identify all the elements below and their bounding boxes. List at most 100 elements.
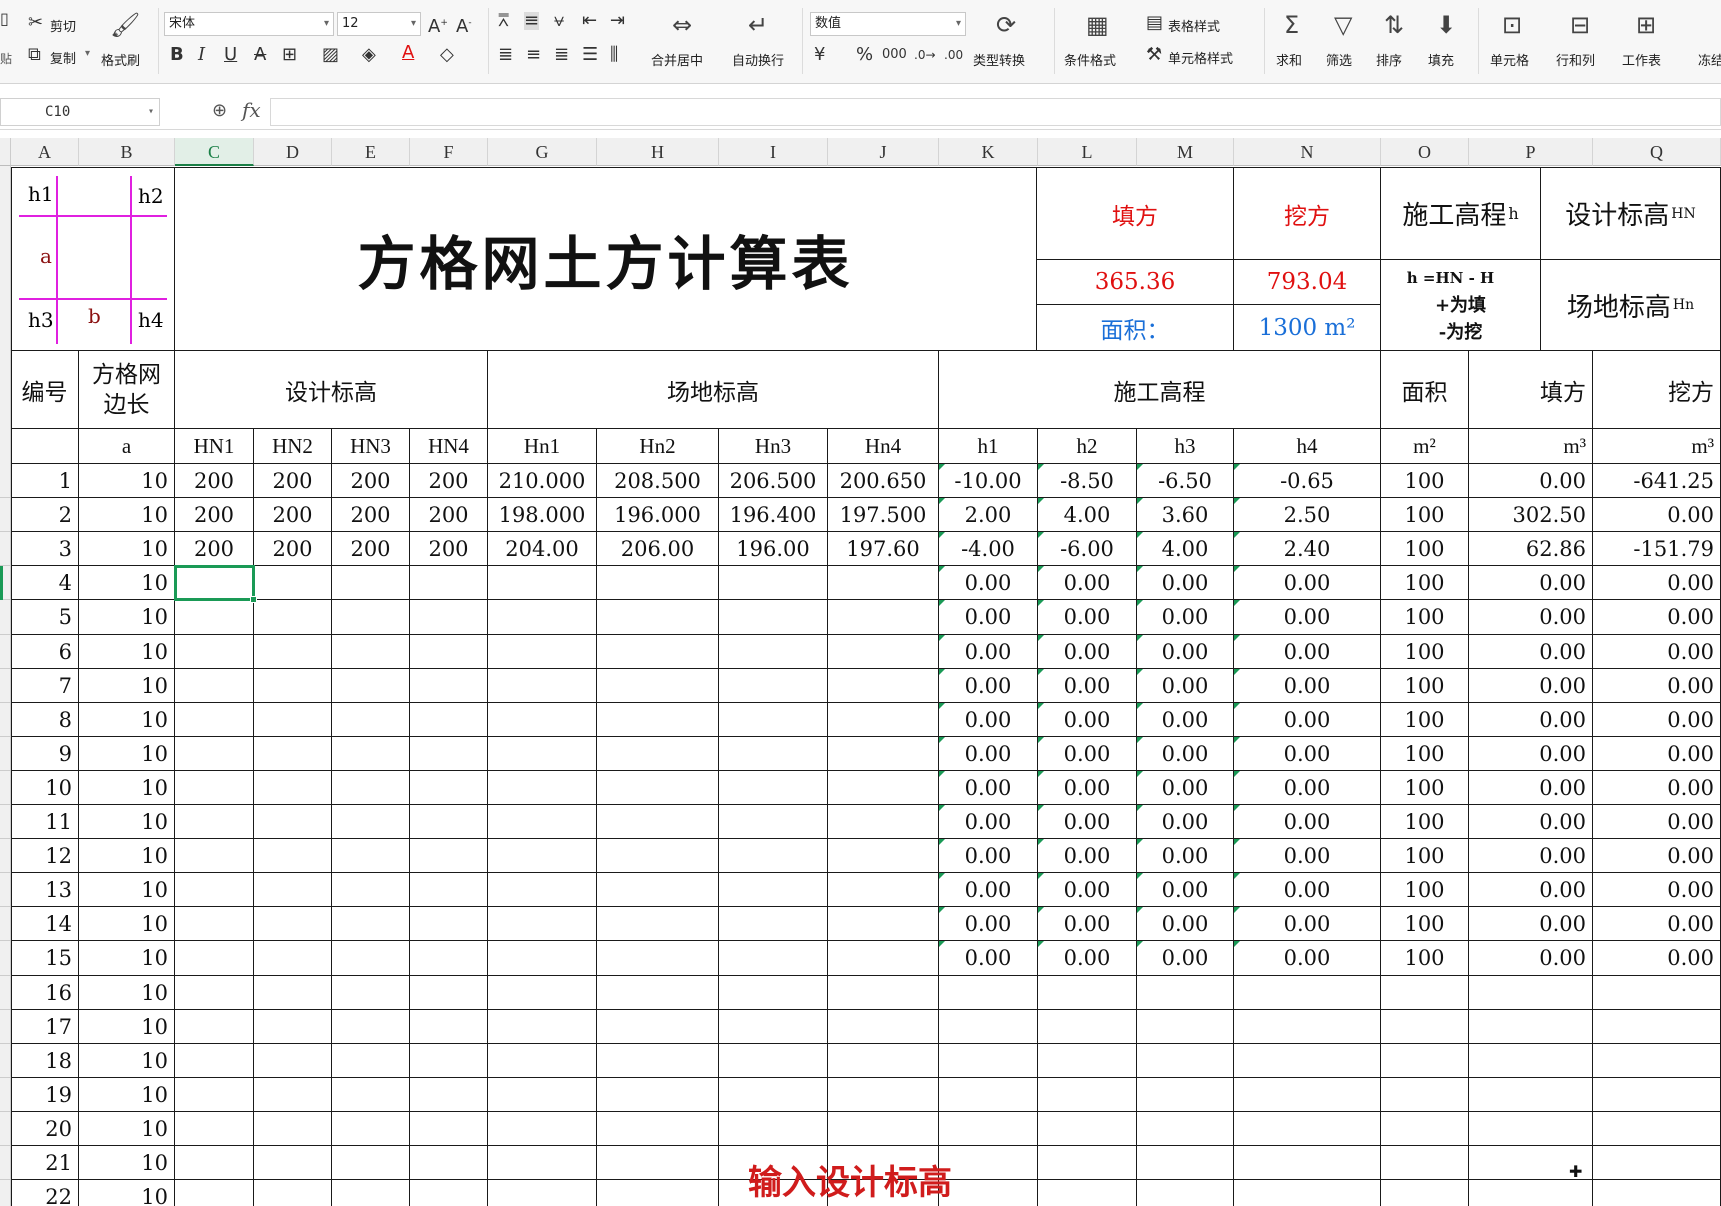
cell-i8[interactable] <box>719 703 828 737</box>
copy-dropdown-icon[interactable]: ▾ <box>85 48 90 59</box>
cell-h18[interactable] <box>597 1044 719 1078</box>
cell-q18[interactable] <box>1593 1044 1721 1078</box>
cell-n21[interactable] <box>1234 1146 1381 1180</box>
cell-g10[interactable] <box>488 771 597 805</box>
cell-d17[interactable] <box>254 1010 332 1044</box>
cell-h7[interactable] <box>597 669 719 703</box>
cell-q1[interactable]: -641.25 <box>1593 464 1721 498</box>
cell-m14[interactable]: 0.00 <box>1137 907 1234 941</box>
cell-q7[interactable]: 0.00 <box>1593 669 1721 703</box>
row-header[interactable] <box>0 1010 11 1044</box>
column-header-j[interactable]: J <box>828 138 939 166</box>
header-design-elev[interactable]: 设计标高 <box>175 351 488 429</box>
cell-q15[interactable]: 0.00 <box>1593 941 1721 976</box>
cell-g13[interactable] <box>488 873 597 907</box>
cell-b18[interactable]: 10 <box>79 1044 175 1078</box>
fill-button[interactable]: 填充 <box>1428 50 1454 69</box>
cell-n13[interactable]: 0.00 <box>1234 873 1381 907</box>
cell-k10[interactable]: 0.00 <box>939 771 1038 805</box>
cell-c20[interactable] <box>175 1112 254 1146</box>
cell-f12[interactable] <box>410 839 488 873</box>
cell-a2[interactable]: 2 <box>11 498 79 532</box>
cell-f15[interactable] <box>410 941 488 976</box>
cell-l21[interactable] <box>1038 1146 1137 1180</box>
cell-p12[interactable]: 0.00 <box>1469 839 1593 873</box>
cell-f4[interactable] <box>410 566 488 600</box>
column-header-q[interactable]: Q <box>1593 138 1721 166</box>
cell-o5[interactable]: 100 <box>1381 600 1469 635</box>
cell-n16[interactable] <box>1234 976 1381 1010</box>
cell-l4[interactable]: 0.00 <box>1038 566 1137 600</box>
decrease-decimal-icon[interactable]: .00 <box>944 46 963 64</box>
cell-b6[interactable]: 10 <box>79 635 175 669</box>
cell-i3[interactable]: 196.00 <box>719 532 828 566</box>
increase-decimal-icon[interactable]: .0→ <box>914 46 936 64</box>
filter-icon[interactable]: ▽ <box>1334 12 1352 38</box>
cell-b2[interactable]: 10 <box>79 498 175 532</box>
percent-icon[interactable]: % <box>856 46 873 64</box>
cell-e13[interactable] <box>332 873 410 907</box>
format-painter-button[interactable]: 格式刷 <box>101 50 140 69</box>
column-header-g[interactable]: G <box>488 138 597 166</box>
cell-k1[interactable]: -10.00 <box>939 464 1038 498</box>
worksheet-button[interactable]: 工作表 <box>1622 50 1661 69</box>
cell-e16[interactable] <box>332 976 410 1010</box>
cell-e1[interactable]: 200 <box>332 464 410 498</box>
fill-pattern-icon[interactable]: ▨ <box>322 46 339 64</box>
cell-n12[interactable]: 0.00 <box>1234 839 1381 873</box>
cell-i19[interactable] <box>719 1078 828 1112</box>
cell-g2[interactable]: 198.000 <box>488 498 597 532</box>
table-style-button[interactable]: 表格样式 <box>1168 16 1220 35</box>
font-size-select[interactable]: 12 ▾ <box>337 12 421 36</box>
cell-g4[interactable] <box>488 566 597 600</box>
cell-i13[interactable] <box>719 873 828 907</box>
cell-c5[interactable] <box>175 600 254 635</box>
cell-d2[interactable]: 200 <box>254 498 332 532</box>
cell-c6[interactable] <box>175 635 254 669</box>
cell-h15[interactable] <box>597 941 719 976</box>
row-header[interactable] <box>0 600 11 635</box>
zoom-formula-icon[interactable]: ⊕ <box>212 100 227 121</box>
cell-p11[interactable]: 0.00 <box>1469 805 1593 839</box>
cell-h19[interactable] <box>597 1078 719 1112</box>
cell-q19[interactable] <box>1593 1078 1721 1112</box>
cell-o9[interactable]: 100 <box>1381 737 1469 771</box>
cell-h1[interactable]: 208.500 <box>597 464 719 498</box>
cell-q6[interactable]: 0.00 <box>1593 635 1721 669</box>
row-column-button[interactable]: 行和列 <box>1556 50 1595 69</box>
cell-i1[interactable]: 206.500 <box>719 464 828 498</box>
cell-j15[interactable] <box>828 941 939 976</box>
column-header-i[interactable]: I <box>719 138 828 166</box>
cell-d6[interactable] <box>254 635 332 669</box>
underline-icon[interactable]: U <box>224 46 237 64</box>
cell-c15[interactable] <box>175 941 254 976</box>
cell-f22[interactable] <box>410 1180 488 1206</box>
cell-e3[interactable]: 200 <box>332 532 410 566</box>
cell-l5[interactable]: 0.00 <box>1038 600 1137 635</box>
cell-a18[interactable]: 18 <box>11 1044 79 1078</box>
cell-a9[interactable]: 9 <box>11 737 79 771</box>
cell-p20[interactable] <box>1469 1112 1593 1146</box>
cell-j9[interactable] <box>828 737 939 771</box>
cut-icon[interactable]: ✂ <box>28 14 43 32</box>
name-box[interactable]: C10 ▾ <box>0 98 160 126</box>
cell-m4[interactable]: 0.00 <box>1137 566 1234 600</box>
cell-g1[interactable]: 210.000 <box>488 464 597 498</box>
italic-icon[interactable]: I <box>198 46 205 64</box>
row-header[interactable] <box>0 532 11 566</box>
cell-o22[interactable] <box>1381 1180 1469 1206</box>
cell-a13[interactable]: 13 <box>11 873 79 907</box>
bold-icon[interactable]: B <box>170 46 184 64</box>
cell-p8[interactable]: 0.00 <box>1469 703 1593 737</box>
cell-o3[interactable]: 100 <box>1381 532 1469 566</box>
cell-i4[interactable] <box>719 566 828 600</box>
cell-f14[interactable] <box>410 907 488 941</box>
cell-o21[interactable] <box>1381 1146 1469 1180</box>
cell-k19[interactable] <box>939 1078 1038 1112</box>
cell-c21[interactable] <box>175 1146 254 1180</box>
cell-n4[interactable]: 0.00 <box>1234 566 1381 600</box>
paste-icon[interactable]: ▯ <box>0 10 9 28</box>
cell-h6[interactable] <box>597 635 719 669</box>
cell-k16[interactable] <box>939 976 1038 1010</box>
cell-i17[interactable] <box>719 1010 828 1044</box>
